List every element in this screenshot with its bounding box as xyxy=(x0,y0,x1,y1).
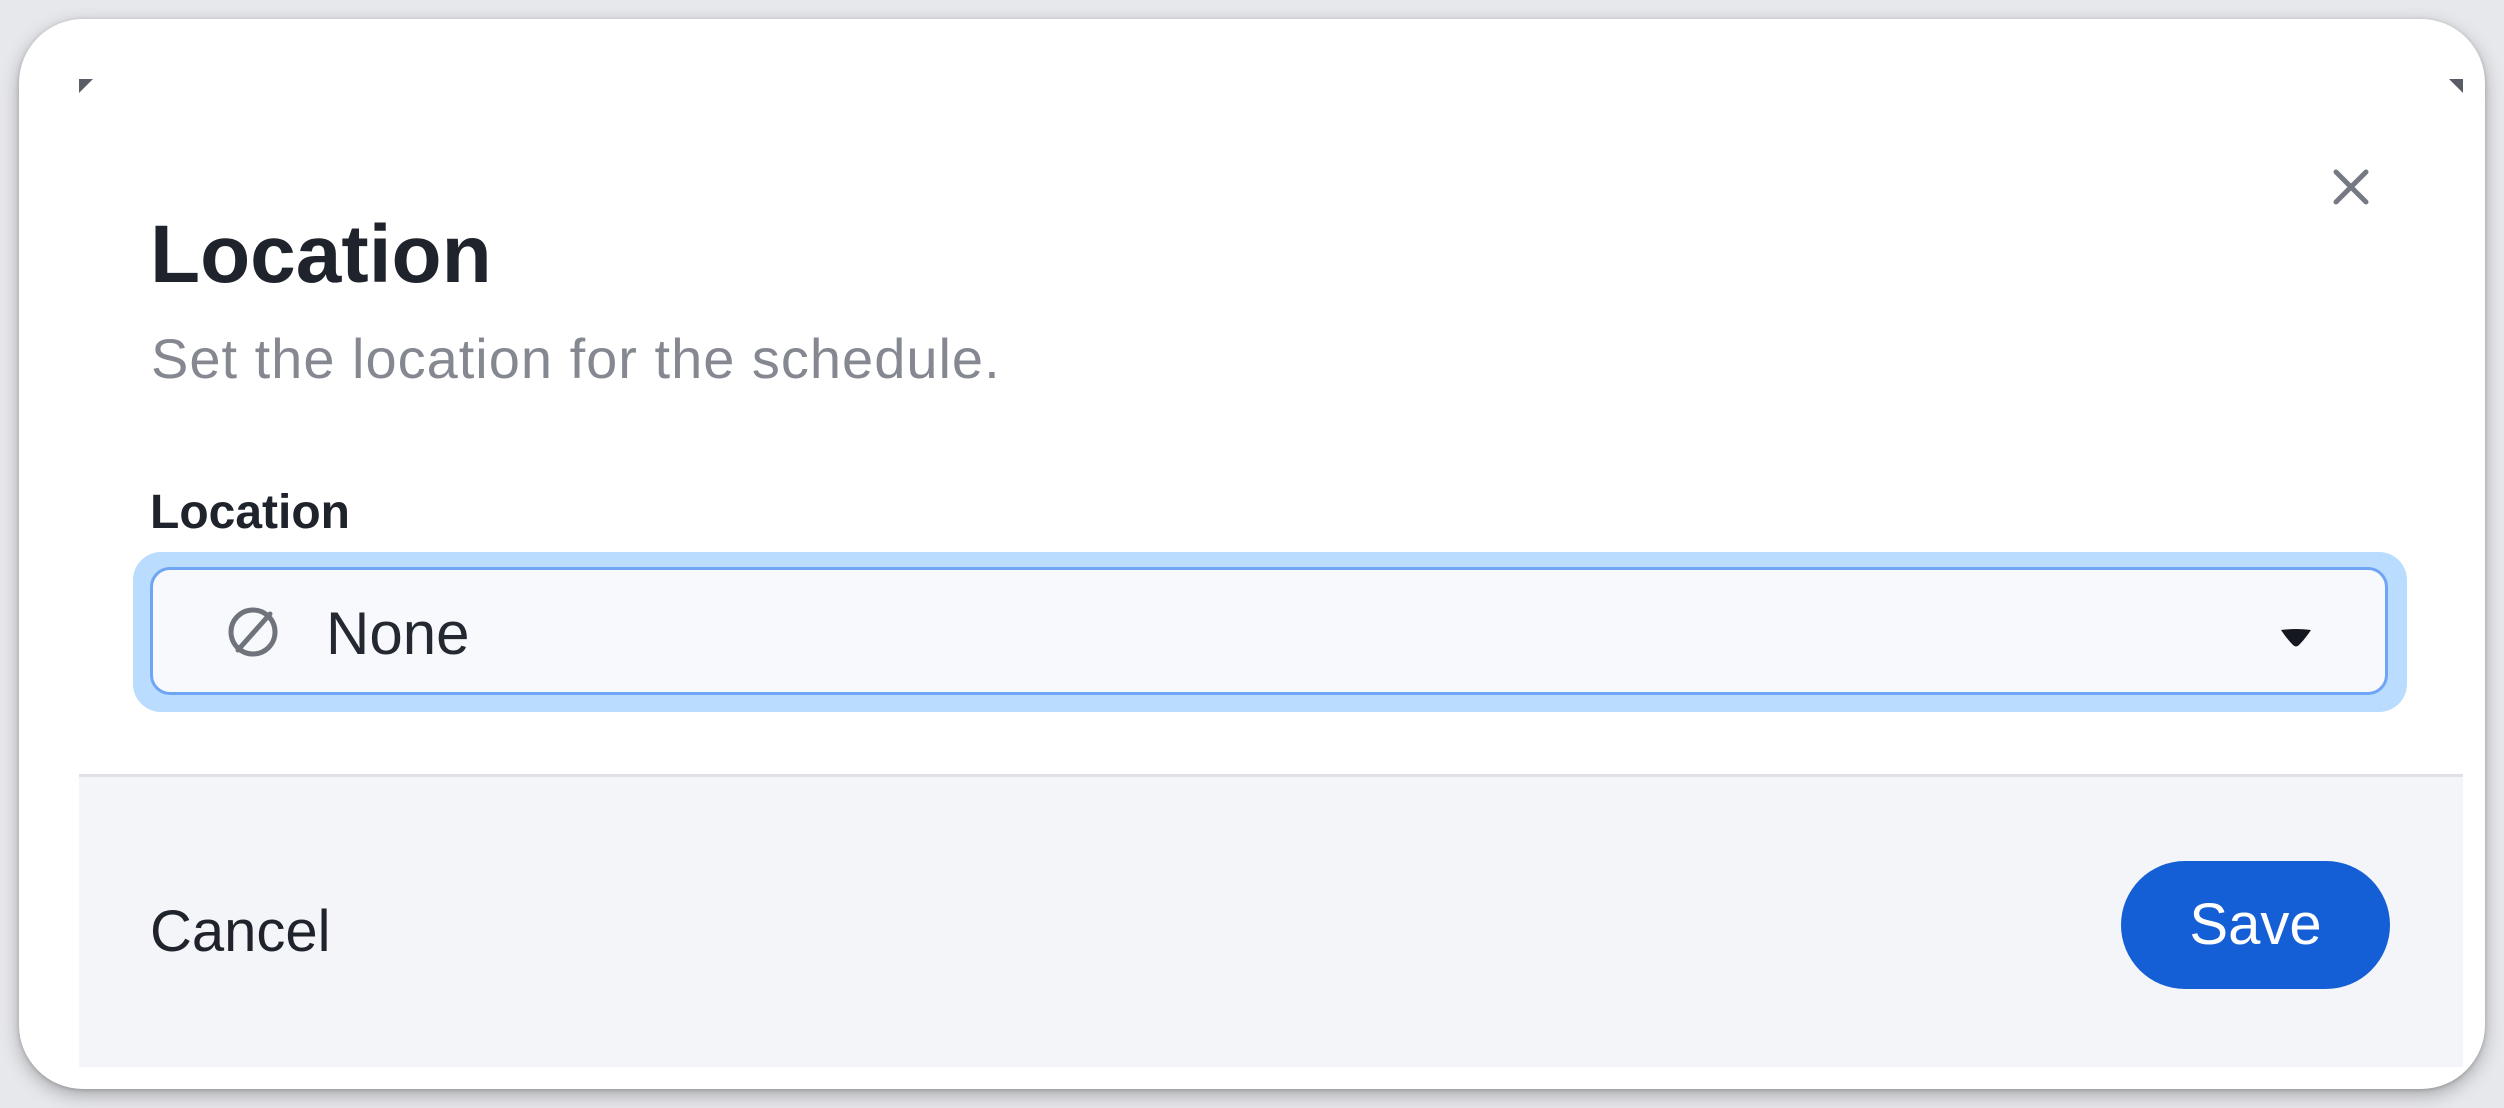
dialog-subtitle: Set the location for the schedule. xyxy=(151,327,1001,390)
location-select[interactable]: None xyxy=(150,567,2388,695)
close-button[interactable] xyxy=(2321,157,2381,217)
location-dialog: Location Set the location for the schedu… xyxy=(79,79,2463,1067)
top-left-corner-marker xyxy=(79,79,93,93)
cancel-button[interactable]: Cancel xyxy=(150,897,331,967)
empty-set-icon xyxy=(228,607,278,657)
dialog-footer: Cancel Save xyxy=(79,774,2463,1067)
dialog-title: Location xyxy=(150,209,492,300)
close-icon xyxy=(2333,169,2369,205)
save-button[interactable]: Save xyxy=(2121,861,2390,989)
modal-shell: Location Set the location for the schedu… xyxy=(19,19,2485,1089)
location-select-value: None xyxy=(326,600,470,667)
chevron-down-icon xyxy=(2281,629,2311,647)
top-right-corner-marker xyxy=(2449,79,2463,93)
location-field-label: Location xyxy=(150,486,350,539)
